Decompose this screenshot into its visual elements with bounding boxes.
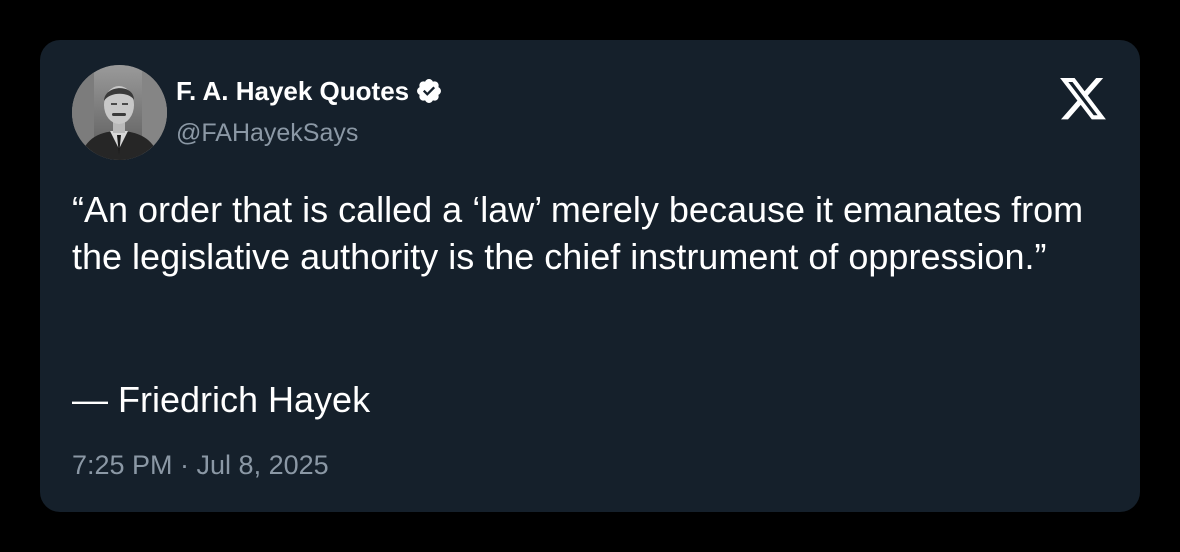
tweet-timestamp[interactable]: 7:25 PM · Jul 8, 2025 [72,450,329,481]
author-name-row: F. A. Hayek Quotes [176,74,443,108]
portrait-photo-icon [72,65,167,160]
avatar[interactable] [72,65,167,160]
author-handle[interactable]: @FAHayekSays [176,119,358,148]
verified-badge-icon [417,79,442,103]
tweet-card: F. A. Hayek Quotes @FAHayekSays “An orde… [40,40,1140,512]
author-display-name[interactable]: F. A. Hayek Quotes [176,76,409,107]
quote-attribution: — Friedrich Hayek [72,379,371,420]
x-logo-icon[interactable] [1060,78,1106,120]
tweet-text: “An order that is called a ‘law’ merely … [72,189,1084,277]
